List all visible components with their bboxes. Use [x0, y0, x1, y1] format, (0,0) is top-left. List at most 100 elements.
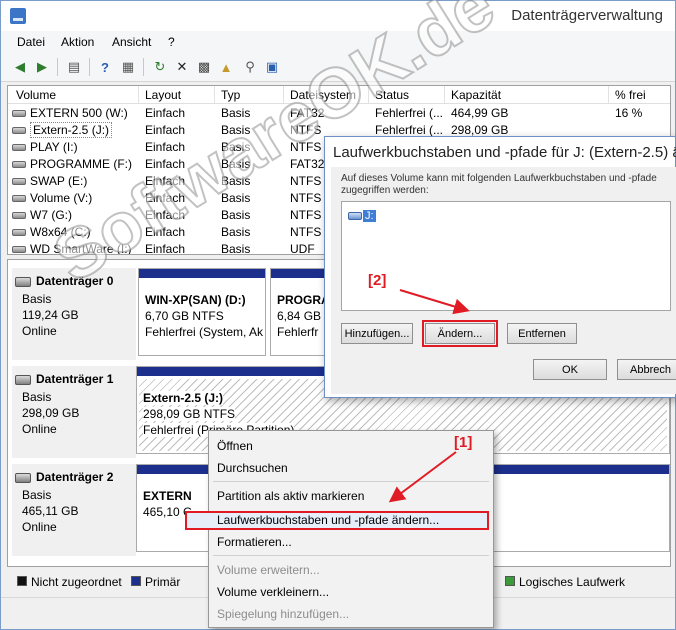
app-icon [10, 8, 26, 24]
volume-filesystem: NTFS [290, 174, 322, 188]
column-volume[interactable]: Volume [16, 88, 56, 102]
show-hide-tree-icon[interactable]: ▤ [65, 58, 83, 76]
refresh-icon[interactable]: ↻ [151, 58, 169, 76]
partition-win-xp[interactable]: WIN-XP(SAN) (D:) 6,70 GB NTFS Fehlerfrei… [138, 268, 266, 356]
volume-list-header: Volume Layout Typ Dateisystem Status Kap… [8, 86, 670, 104]
menu-item-open[interactable]: Öffnen [217, 439, 253, 453]
volume-free-percent: 16 % [615, 106, 643, 120]
view-icon[interactable]: ▣ [263, 58, 281, 76]
volume-type: Basis [221, 157, 251, 171]
disk-state: Online [22, 324, 57, 338]
menu-item-mark-active[interactable]: Partition als aktiv markieren [217, 489, 364, 503]
menu-item-explore[interactable]: Durchsuchen [217, 461, 288, 475]
properties-icon[interactable]: ▦ [119, 58, 137, 76]
volume-name: W7 (G:) [30, 208, 72, 222]
column-typ[interactable]: Typ [221, 88, 240, 102]
menu-datei[interactable]: Datei [17, 35, 45, 49]
drive-icon [12, 212, 26, 219]
volume-layout: Einfach [145, 123, 186, 137]
drive-icon [12, 144, 26, 151]
column-dateisystem[interactable]: Dateisystem [290, 88, 356, 102]
back-arrow-icon[interactable]: ◀ [11, 58, 29, 76]
disk-0-label[interactable]: Datenträger 0 Basis 119,24 GB Online [12, 268, 136, 360]
disk-size: 298,09 GB [22, 406, 80, 420]
disk-size: 119,24 GB [22, 308, 79, 322]
change-button[interactable]: Ändern... [422, 320, 498, 347]
toolbar: ◀ ▶ ▤ ? ▦ ↻ ✕ ▩ ▲ ⚲ ▣ [1, 53, 675, 82]
volume-layout: Einfach [145, 157, 186, 171]
drive-letter-item[interactable]: J: [348, 209, 376, 223]
drive-letter-list[interactable]: J: [341, 201, 671, 311]
column-layout[interactable]: Layout [145, 88, 181, 102]
hard-disk-icon [15, 277, 31, 287]
volume-type: Basis [221, 242, 251, 255]
volume-status: Fehlerfrei (... [375, 123, 444, 137]
toolbar-separator [57, 58, 58, 76]
volume-type: Basis [221, 225, 251, 239]
disk-1-label[interactable]: Datenträger 1 Basis 298,09 GB Online [12, 366, 136, 458]
volume-row[interactable]: EXTERN 500 (W:) Einfach Basis FAT32 Fehl… [8, 105, 670, 122]
volume-filesystem: FAT32 [290, 106, 325, 120]
partition-programme[interactable]: PROGRA 6,84 GB F Fehlerfr [270, 268, 328, 356]
drive-icon [12, 110, 26, 117]
volume-status: Fehlerfrei (... [375, 106, 444, 120]
menu-item-add-mirror: Spiegelung hinzufügen... [217, 607, 350, 621]
volume-capacity: 464,99 GB [451, 106, 509, 120]
volume-type: Basis [221, 140, 251, 154]
add-button[interactable]: Hinzufügen... [341, 323, 413, 344]
volume-filesystem: NTFS [290, 123, 322, 137]
drive-icon [12, 229, 26, 236]
volume-filesystem: NTFS [290, 140, 322, 154]
delete-icon[interactable]: ✕ [173, 58, 191, 76]
menu-separator [213, 481, 489, 482]
partition-size: 6,70 GB NTFS [145, 309, 224, 323]
ok-button[interactable]: OK [533, 359, 607, 380]
menu-separator [213, 555, 489, 556]
partition-context-menu: Öffnen Durchsuchen Partition als aktiv m… [185, 430, 494, 628]
column-kapazitaet[interactable]: Kapazität [451, 88, 501, 102]
volume-capacity: 298,09 GB [451, 123, 509, 137]
column-prozent-frei[interactable]: % frei [615, 88, 646, 102]
hard-disk-icon [15, 473, 31, 483]
volume-layout: Einfach [145, 174, 186, 188]
disk-size: 465,11 GB [22, 504, 79, 518]
forward-arrow-icon[interactable]: ▶ [33, 58, 51, 76]
volume-filesystem: NTFS [290, 191, 322, 205]
window-title: Datenträgerverwaltung [511, 7, 663, 24]
volume-layout: Einfach [145, 225, 186, 239]
change-drive-letter-dialog: Laufwerkbuchstaben und -pfade für J: (Ex… [324, 136, 676, 398]
disk-2-label[interactable]: Datenträger 2 Basis 465,11 GB Online [12, 464, 136, 556]
toolbar-separator [89, 58, 90, 76]
disk-type: Basis [22, 390, 52, 404]
legend-unallocated-swatch [17, 576, 27, 586]
volume-name: Volume (V:) [30, 191, 93, 205]
annotation-step-2: [2] [368, 272, 387, 289]
check-disk-icon[interactable]: ▩ [195, 58, 213, 76]
volume-type: Basis [221, 208, 251, 222]
drive-letter-text: J: [363, 210, 376, 222]
volume-type: Basis [221, 123, 251, 137]
cancel-button[interactable]: Abbrech [617, 359, 676, 380]
volume-type: Basis [221, 106, 251, 120]
drive-icon [12, 178, 26, 185]
menu-item-change-drive-letter[interactable]: Laufwerkbuchstaben und -pfade ändern... [217, 513, 439, 527]
toolbar-separator [143, 58, 144, 76]
menu-ansicht[interactable]: Ansicht [112, 35, 151, 49]
drive-icon [12, 127, 26, 134]
open-folder-icon[interactable]: ▲ [217, 58, 235, 76]
volume-name: Extern-2.5 (J:) [30, 122, 113, 138]
disk-type: Basis [22, 488, 52, 502]
volume-filesystem: UDF [290, 242, 315, 255]
search-icon[interactable]: ⚲ [241, 58, 259, 76]
volume-filesystem: FAT32 [290, 157, 325, 171]
menu-item-shrink-volume[interactable]: Volume verkleinern... [217, 585, 329, 599]
volume-type: Basis [221, 174, 251, 188]
drive-icon [12, 195, 26, 202]
column-status[interactable]: Status [375, 88, 409, 102]
remove-button[interactable]: Entfernen [507, 323, 577, 344]
annotation-step-1: [1] [454, 434, 473, 451]
menu-help[interactable]: ? [168, 35, 175, 49]
menu-aktion[interactable]: Aktion [61, 35, 94, 49]
menu-item-format[interactable]: Formatieren... [217, 535, 292, 549]
help-icon[interactable]: ? [96, 58, 114, 76]
